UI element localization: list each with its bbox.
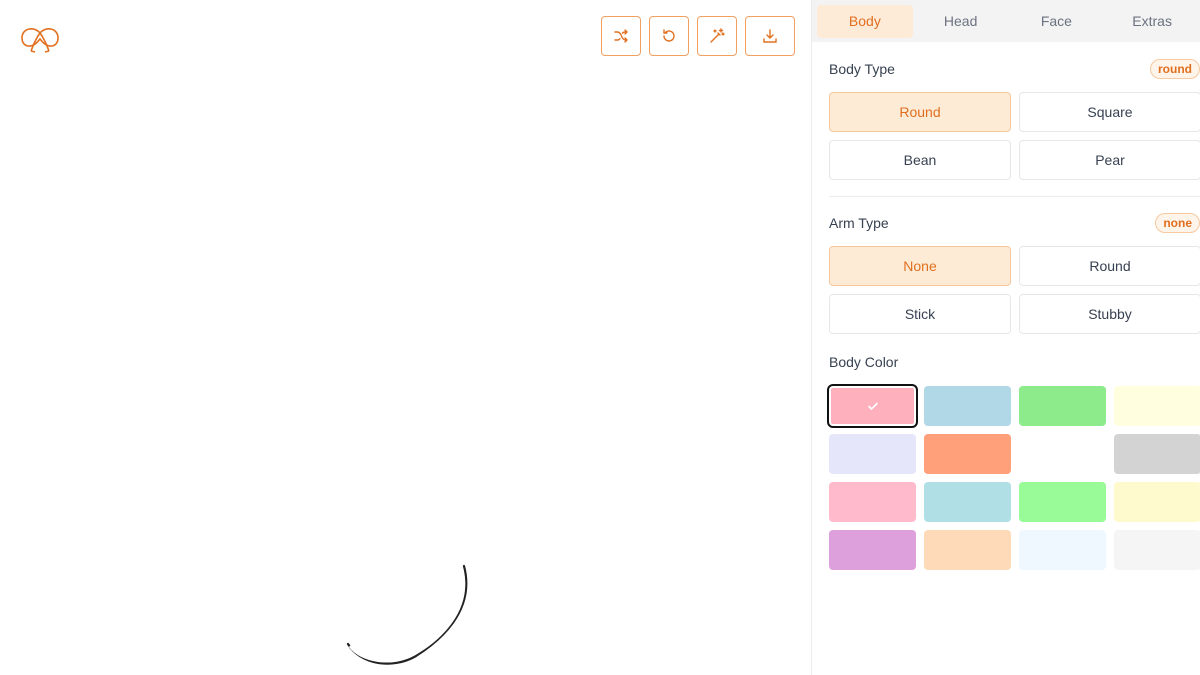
color-swatch[interactable] — [1019, 386, 1106, 426]
tab-body[interactable]: Body — [817, 4, 913, 38]
color-swatch[interactable] — [1114, 530, 1200, 570]
arm-type-stubby[interactable]: Stubby — [1019, 294, 1200, 334]
magic-wand-icon — [710, 28, 725, 43]
magic-button[interactable] — [697, 16, 737, 56]
arm-type-none[interactable]: None — [829, 246, 1011, 286]
arm-type-badge: none — [1155, 213, 1200, 233]
toolbar — [601, 16, 795, 56]
tab-face[interactable]: Face — [1009, 5, 1105, 38]
shuffle-icon — [614, 29, 628, 43]
check-icon — [867, 402, 878, 411]
body-type-bean[interactable]: Bean — [829, 140, 1011, 180]
body-color-section: Body Color — [812, 352, 1200, 570]
color-swatch[interactable] — [1019, 434, 1106, 474]
color-swatch[interactable] — [1114, 482, 1200, 522]
color-swatch[interactable] — [924, 530, 1011, 570]
arm-type-stick[interactable]: Stick — [829, 294, 1011, 334]
reset-button[interactable] — [649, 16, 689, 56]
color-swatch[interactable] — [829, 482, 916, 522]
color-swatch[interactable] — [924, 386, 1011, 426]
color-swatch[interactable] — [829, 530, 916, 570]
color-swatch[interactable] — [1114, 434, 1200, 474]
color-swatch[interactable] — [829, 434, 916, 474]
color-swatch[interactable] — [924, 482, 1011, 522]
tab-extras[interactable]: Extras — [1104, 5, 1200, 38]
tab-head[interactable]: Head — [913, 5, 1009, 38]
divider — [829, 196, 1200, 197]
settings-panel: Body Head Face Extras Body Type round Ro… — [811, 0, 1200, 675]
body-type-section: Body Type round Round Square Bean Pear — [812, 59, 1200, 180]
body-type-round[interactable]: Round — [829, 92, 1011, 132]
color-swatch-grid — [827, 384, 1200, 570]
body-type-square[interactable]: Square — [1019, 92, 1200, 132]
body-color-title: Body Color — [829, 354, 899, 370]
body-type-title: Body Type — [829, 61, 895, 77]
undo-icon — [663, 29, 675, 42]
body-type-badge: round — [1150, 59, 1200, 79]
body-type-pear[interactable]: Pear — [1019, 140, 1200, 180]
color-swatch[interactable] — [1019, 482, 1106, 522]
arm-type-round[interactable]: Round — [1019, 246, 1200, 286]
canvas-area — [0, 0, 811, 675]
color-swatch[interactable] — [1114, 386, 1200, 426]
arm-type-title: Arm Type — [829, 215, 889, 231]
arm-type-section: Arm Type none None Round Stick Stubby — [812, 213, 1200, 334]
color-swatch[interactable] — [827, 384, 918, 428]
download-button[interactable] — [745, 16, 795, 56]
color-swatch[interactable] — [924, 434, 1011, 474]
download-icon — [763, 29, 777, 43]
color-swatch[interactable] — [1019, 530, 1106, 570]
shuffle-button[interactable] — [601, 16, 641, 56]
character-preview — [340, 540, 470, 665]
pretzel-logo-icon — [20, 25, 60, 55]
tab-bar: Body Head Face Extras — [812, 0, 1200, 42]
